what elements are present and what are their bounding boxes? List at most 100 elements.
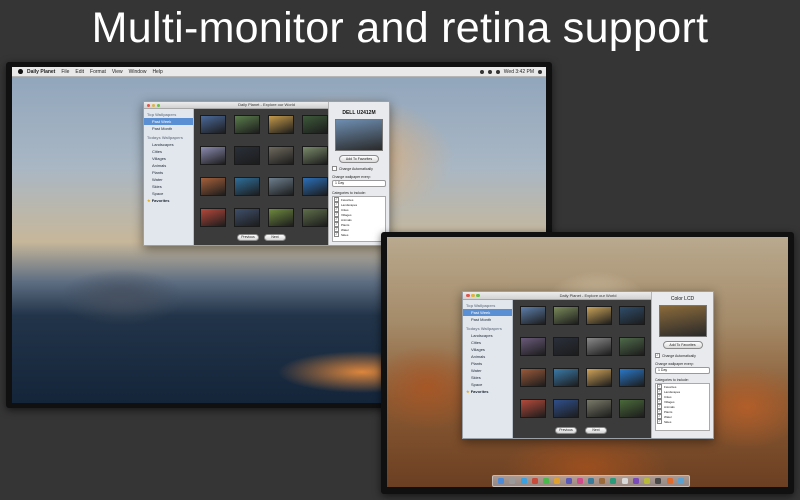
category-checkbox[interactable]: ✓ — [657, 419, 662, 424]
dock-app-icon[interactable] — [621, 478, 628, 484]
category-item[interactable]: ✓ Skies — [333, 232, 385, 237]
dock-app-icon[interactable] — [599, 478, 606, 484]
dock-app-icon[interactable] — [632, 478, 639, 484]
battery-icon[interactable] — [495, 69, 500, 74]
zoom-icon[interactable] — [157, 103, 160, 107]
sidebar-item-skies[interactable]: Skies — [144, 183, 193, 190]
wallpaper-thumbnail[interactable] — [200, 115, 226, 134]
wallpaper-thumbnail[interactable] — [619, 399, 645, 418]
wallpaper-thumbnail[interactable] — [200, 177, 226, 196]
sidebar-item-favorites[interactable]: ★ Favorites — [144, 197, 193, 204]
dock-app-icon[interactable] — [666, 478, 673, 484]
apple-icon[interactable] — [18, 69, 23, 74]
wallpaper-thumbnail[interactable] — [553, 306, 579, 325]
menu-format[interactable]: Format — [90, 69, 106, 75]
wallpaper-thumbnail[interactable] — [520, 337, 546, 356]
wallpaper-thumbnail[interactable] — [553, 337, 579, 356]
previous-button[interactable]: Previous — [237, 234, 259, 241]
add-to-favorites-button[interactable]: Add To Favorites — [662, 341, 703, 349]
wallpaper-thumbnail[interactable] — [520, 399, 546, 418]
sidebar-item-space[interactable]: Space — [144, 190, 193, 197]
close-icon[interactable] — [466, 293, 470, 298]
dock-app-icon[interactable] — [644, 478, 651, 484]
sidebar-item-water[interactable]: Water — [144, 176, 193, 183]
wallpaper-thumbnail[interactable] — [200, 146, 226, 165]
dock-app-icon[interactable] — [587, 478, 594, 484]
dock-app-icon[interactable] — [677, 478, 684, 484]
wallpaper-thumbnail[interactable] — [302, 208, 328, 227]
dock-app-icon[interactable] — [531, 478, 538, 484]
menu-view[interactable]: View — [112, 69, 123, 75]
wifi-icon[interactable] — [479, 69, 484, 74]
sidebar-item-plants[interactable]: Plants — [463, 360, 512, 367]
wallpaper-thumbnail[interactable] — [553, 399, 579, 418]
minimize-icon[interactable] — [471, 293, 475, 298]
sidebar-item-past-week[interactable]: Past Week — [463, 309, 512, 316]
wallpaper-thumbnail[interactable] — [268, 177, 294, 196]
sidebar-item-villages[interactable]: Villages — [144, 155, 193, 162]
change-every-select[interactable]: 1 Day — [332, 180, 386, 187]
sidebar-item-animals[interactable]: Animals — [144, 162, 193, 169]
wallpaper-thumbnail[interactable] — [302, 177, 328, 196]
sidebar-item-villages[interactable]: Villages — [463, 346, 512, 353]
sidebar-item-plants[interactable]: Plants — [144, 169, 193, 176]
zoom-icon[interactable] — [476, 293, 480, 298]
dock-app-icon[interactable] — [520, 478, 527, 484]
add-to-favorites-button[interactable]: Add To Favorites — [339, 155, 379, 163]
wallpaper-thumbnail[interactable] — [619, 337, 645, 356]
wallpaper-thumbnail[interactable] — [268, 208, 294, 227]
sidebar-item-favorites[interactable]: ★ Favorites — [463, 388, 512, 395]
sidebar-item-past-month[interactable]: Past Month — [144, 125, 193, 132]
wallpaper-thumbnail[interactable] — [234, 115, 260, 134]
menu-help[interactable]: Help — [152, 69, 162, 75]
menu-edit[interactable]: Edit — [75, 69, 84, 75]
dock-app-icon[interactable] — [565, 478, 572, 484]
dock-app-icon[interactable] — [543, 478, 550, 484]
next-button[interactable]: Next — [585, 427, 607, 434]
change-automatically-checkbox[interactable]: ✓ — [655, 353, 660, 358]
dock-app-icon[interactable] — [655, 478, 662, 484]
change-every-select[interactable]: 1 Day — [655, 367, 710, 374]
sidebar-item-landscapes[interactable]: Landscapes — [144, 141, 193, 148]
dock-app-icon[interactable] — [610, 478, 617, 484]
menu-app-name[interactable]: Daily Planet — [27, 69, 55, 75]
wallpaper-thumbnail[interactable] — [234, 177, 260, 196]
previous-button[interactable]: Previous — [555, 427, 577, 434]
change-automatically-row[interactable]: Change Automatically — [332, 166, 389, 171]
wallpaper-thumbnail[interactable] — [302, 115, 328, 134]
wallpaper-thumbnail[interactable] — [553, 368, 579, 387]
dock-app-icon[interactable] — [509, 478, 516, 484]
menu-window[interactable]: Window — [129, 69, 147, 75]
sidebar-item-skies[interactable]: Skies — [463, 374, 512, 381]
change-automatically-row[interactable]: ✓ Change Automatically — [655, 353, 713, 358]
category-item[interactable]: ✓ Skies — [656, 419, 709, 424]
dock-app-icon[interactable] — [554, 478, 561, 484]
sidebar-item-cities[interactable]: Cities — [144, 148, 193, 155]
wallpaper-thumbnail[interactable] — [268, 115, 294, 134]
minimize-icon[interactable] — [152, 103, 155, 107]
wallpaper-thumbnail[interactable] — [619, 368, 645, 387]
wallpaper-thumbnail[interactable] — [586, 368, 612, 387]
sidebar-item-animals[interactable]: Animals — [463, 353, 512, 360]
wallpaper-thumbnail[interactable] — [268, 146, 294, 165]
wallpaper-thumbnail[interactable] — [234, 208, 260, 227]
change-automatically-checkbox[interactable] — [332, 166, 337, 171]
sidebar-item-past-month[interactable]: Past Month — [463, 316, 512, 323]
menu-file[interactable]: File — [61, 69, 69, 75]
wallpaper-thumbnail[interactable] — [302, 146, 328, 165]
sidebar-item-water[interactable]: Water — [463, 367, 512, 374]
sidebar-item-cities[interactable]: Cities — [463, 339, 512, 346]
wallpaper-thumbnail[interactable] — [520, 306, 546, 325]
wallpaper-thumbnail[interactable] — [200, 208, 226, 227]
sidebar-item-space[interactable]: Space — [463, 381, 512, 388]
dock-app-icon[interactable] — [498, 478, 505, 484]
volume-icon[interactable] — [487, 69, 492, 74]
wallpaper-thumbnail[interactable] — [586, 399, 612, 418]
menu-clock[interactable]: Wed 3:42 PM — [504, 69, 534, 75]
next-button[interactable]: Next — [264, 234, 286, 241]
spotlight-icon[interactable] — [538, 69, 542, 74]
sidebar-item-landscapes[interactable]: Landscapes — [463, 332, 512, 339]
wallpaper-thumbnail[interactable] — [586, 306, 612, 325]
category-checkbox[interactable]: ✓ — [334, 232, 339, 237]
dock-app-icon[interactable] — [576, 478, 583, 484]
